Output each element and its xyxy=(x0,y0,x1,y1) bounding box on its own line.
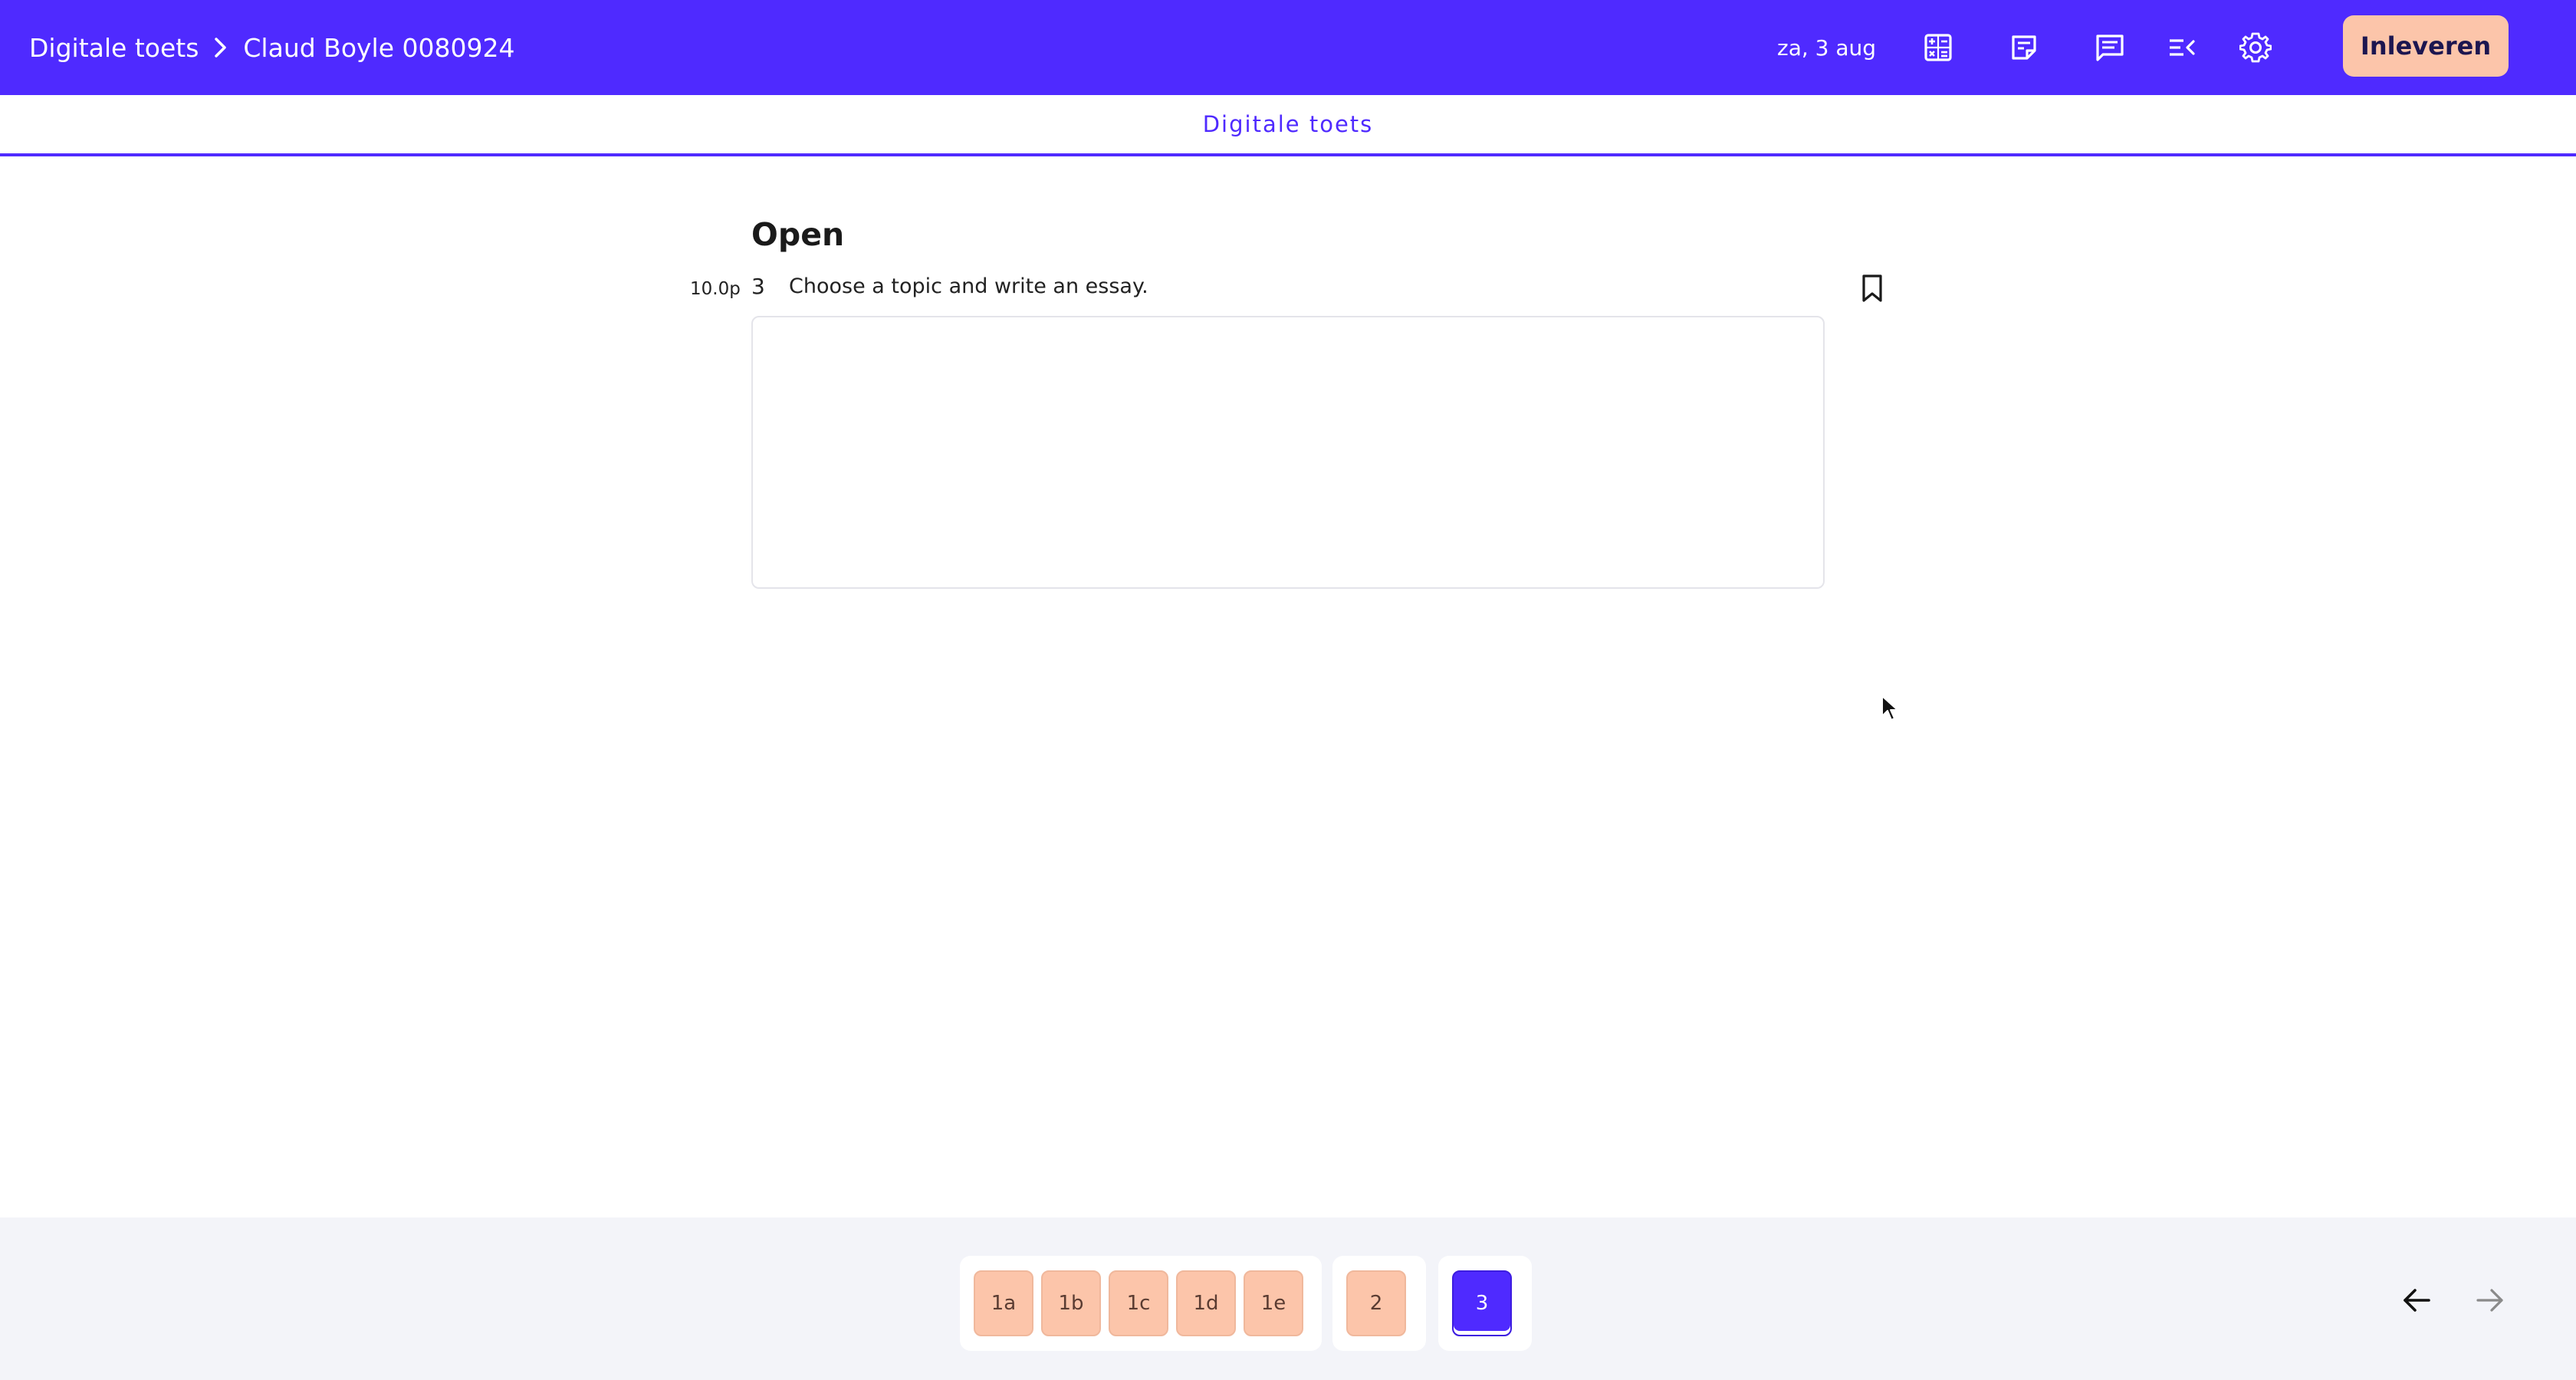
question-button-1a[interactable]: 1a xyxy=(974,1270,1033,1336)
submit-button[interactable]: Inleveren xyxy=(2343,15,2509,77)
question-button-3[interactable]: 3 xyxy=(1452,1270,1512,1336)
question-button-1d[interactable]: 1d xyxy=(1176,1270,1236,1336)
chevron-right-icon xyxy=(212,36,229,59)
answer-textarea[interactable] xyxy=(751,316,1825,589)
tab-digitale-toets[interactable]: Digitale toets xyxy=(0,95,2576,153)
question-number: 3 xyxy=(751,274,765,299)
question-group-2: 2 xyxy=(1332,1256,1426,1351)
collapse-list-icon[interactable] xyxy=(2159,25,2205,71)
breadcrumb-root[interactable]: Digitale toets xyxy=(29,33,199,63)
question-button-1e[interactable]: 1e xyxy=(1244,1270,1303,1336)
comments-icon[interactable] xyxy=(2087,25,2133,71)
tab-strip: Digitale toets xyxy=(0,95,2576,156)
notes-icon[interactable] xyxy=(2001,25,2047,71)
breadcrumb-current: Claud Boyle 0080924 xyxy=(243,32,515,63)
section-title: Open xyxy=(751,216,845,253)
question-points: 10.0p xyxy=(690,279,741,299)
gear-icon[interactable] xyxy=(2233,25,2279,71)
breadcrumb: Digitale toets Claud Boyle 0080924 xyxy=(29,0,514,95)
question-text: Choose a topic and write an essay. xyxy=(789,274,1148,298)
question-group-3: 3 xyxy=(1438,1256,1532,1351)
bookmark-icon[interactable] xyxy=(1857,270,1888,307)
date-label: za, 3 aug xyxy=(1777,34,1877,61)
question-button-1c[interactable]: 1c xyxy=(1109,1270,1168,1336)
question-button-2[interactable]: 2 xyxy=(1346,1270,1406,1336)
previous-arrow-icon[interactable] xyxy=(2395,1279,2438,1322)
question-navigation-bar: 1a 1b 1c 1d 1e 2 3 xyxy=(0,1217,2576,1380)
question-group-1: 1a 1b 1c 1d 1e xyxy=(960,1256,1322,1351)
question-button-1b[interactable]: 1b xyxy=(1041,1270,1101,1336)
top-bar: Digitale toets Claud Boyle 0080924 za, 3… xyxy=(0,0,2576,95)
calculator-icon[interactable] xyxy=(1915,25,1961,71)
mouse-pointer-icon xyxy=(1880,695,1901,722)
next-arrow-icon[interactable] xyxy=(2469,1279,2512,1322)
